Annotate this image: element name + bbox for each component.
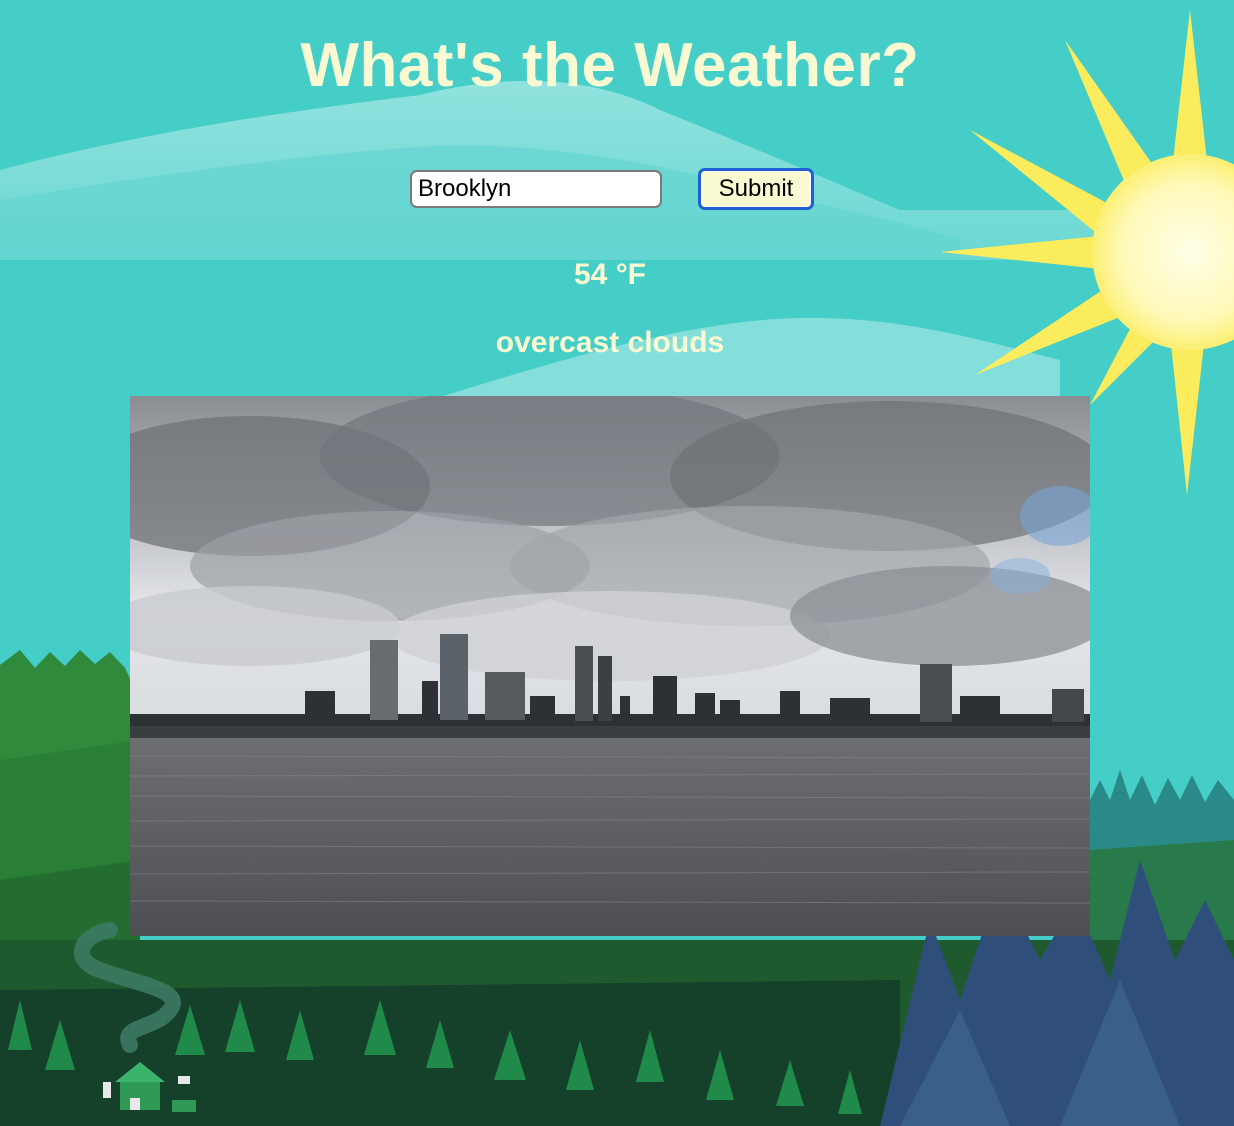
app-content: What's the Weather? Submit 54 °F overcas… [0,0,1234,1126]
temperature-readout: 54 °F [573,258,647,291]
city-search-input[interactable] [410,170,662,208]
page-title: What's the Weather? [300,31,920,100]
weather-description: overcast clouds [495,326,725,359]
skyline-photo-image [130,396,1090,936]
submit-button[interactable]: Submit [698,168,814,210]
weather-photo [130,396,1090,936]
